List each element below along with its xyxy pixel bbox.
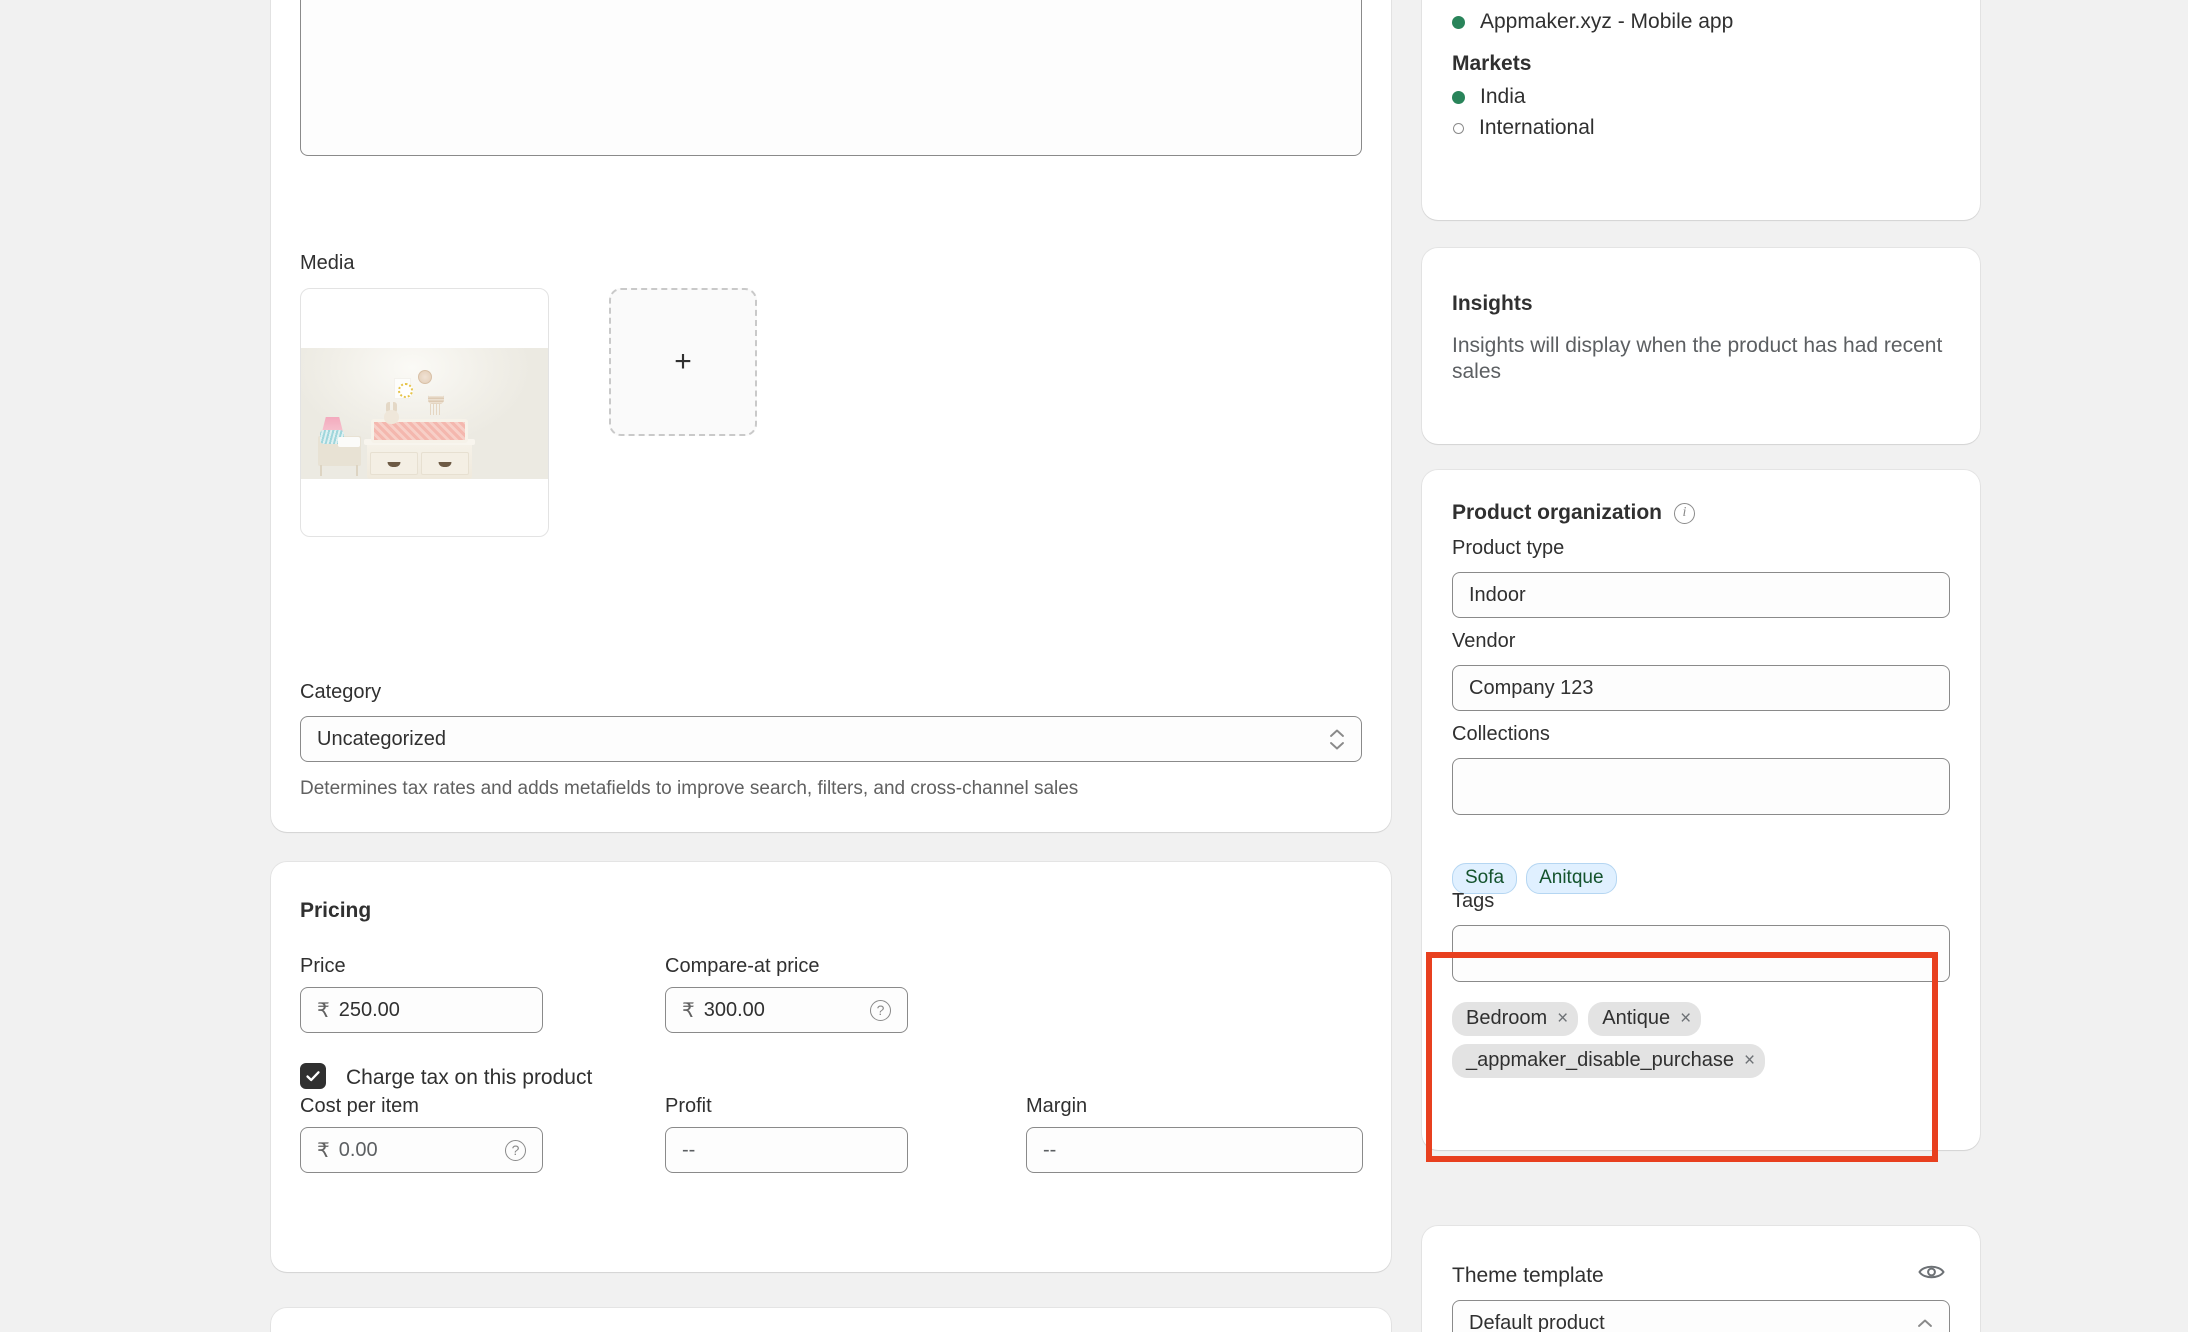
tags-label: Tags bbox=[1452, 891, 1494, 911]
product-type-value: Indoor bbox=[1469, 584, 1526, 607]
charge-tax-checkbox[interactable] bbox=[300, 1063, 326, 1089]
markets-title: Markets bbox=[1452, 52, 1531, 76]
compare-at-price-value: 300.00 bbox=[704, 999, 765, 1022]
media-label: Media bbox=[300, 253, 354, 273]
variants-card bbox=[271, 1308, 1391, 1332]
macrame-hanging bbox=[428, 386, 444, 416]
product-organization-title-text: Product organization bbox=[1452, 501, 1662, 525]
help-icon[interactable]: ? bbox=[870, 1000, 891, 1021]
status-dot-active-icon bbox=[1452, 91, 1465, 104]
nursery-room-photo bbox=[301, 348, 548, 479]
margin-value: -- bbox=[1043, 1139, 1056, 1162]
category-value: Uncategorized bbox=[317, 728, 446, 751]
cost-per-item-value: 0.00 bbox=[339, 1139, 378, 1162]
collections-label: Collections bbox=[1452, 724, 1550, 744]
info-icon[interactable]: i bbox=[1674, 503, 1695, 524]
chevron-up-icon bbox=[1917, 1319, 1933, 1328]
checkmark-icon bbox=[305, 1068, 321, 1084]
channel-appmaker-row[interactable]: Appmaker.xyz - Mobile app bbox=[1452, 10, 1733, 34]
market-india-label: India bbox=[1480, 85, 1526, 109]
status-dot-active-icon bbox=[1452, 16, 1465, 29]
rupee-icon: ₹ bbox=[317, 1138, 330, 1163]
charge-tax-label[interactable]: Charge tax on this product bbox=[346, 1066, 592, 1090]
category-label: Category bbox=[300, 682, 381, 702]
theme-template-select[interactable]: Default product bbox=[1452, 1300, 1950, 1332]
collection-pill[interactable]: Anitque bbox=[1526, 863, 1616, 894]
category-help-text: Determines tax rates and adds metafields… bbox=[300, 778, 1078, 800]
price-value: 250.00 bbox=[339, 999, 400, 1022]
side-cart bbox=[318, 436, 361, 466]
vendor-label: Vendor bbox=[1452, 631, 1515, 651]
category-select[interactable]: Uncategorized bbox=[300, 716, 1362, 762]
margin-label: Margin bbox=[1026, 1095, 1087, 1118]
rupee-icon: ₹ bbox=[317, 998, 330, 1023]
cost-per-item-input[interactable]: ₹ 0.00 ? bbox=[300, 1127, 543, 1173]
insights-title: Insights bbox=[1452, 292, 1533, 316]
bunny-plush bbox=[383, 402, 400, 424]
compare-at-price-label: Compare-at price bbox=[665, 955, 820, 978]
cost-per-item-label: Cost per item bbox=[300, 1095, 419, 1118]
wall-basket-decor bbox=[418, 370, 432, 384]
media-thumbnail[interactable] bbox=[300, 288, 549, 537]
profit-value: -- bbox=[682, 1139, 695, 1162]
channel-appmaker-label: Appmaker.xyz - Mobile app bbox=[1480, 10, 1733, 34]
pricing-title: Pricing bbox=[300, 899, 371, 923]
product-organization-title: Product organization i bbox=[1452, 501, 1695, 525]
theme-template-value: Default product bbox=[1469, 1312, 1605, 1332]
insights-body: Insights will display when the product h… bbox=[1452, 333, 1952, 386]
product-type-input[interactable]: Indoor bbox=[1452, 572, 1950, 618]
product-type-label: Product type bbox=[1452, 538, 1564, 558]
wall-art-frame bbox=[394, 378, 411, 399]
dresser bbox=[367, 442, 472, 479]
compare-at-price-input[interactable]: ₹ 300.00 ? bbox=[665, 987, 908, 1033]
margin-input: -- bbox=[1026, 1127, 1363, 1173]
plus-icon: + bbox=[674, 347, 692, 377]
collections-input[interactable] bbox=[1452, 758, 1950, 815]
chevron-updown-icon bbox=[1329, 729, 1345, 750]
vendor-value: Company 123 bbox=[1469, 677, 1594, 700]
price-input[interactable]: ₹ 250.00 bbox=[300, 987, 543, 1033]
description-editor[interactable] bbox=[300, 0, 1362, 156]
vendor-input[interactable]: Company 123 bbox=[1452, 665, 1950, 711]
status-dot-inactive-icon bbox=[1453, 123, 1464, 134]
price-label: Price bbox=[300, 955, 346, 978]
eye-icon[interactable] bbox=[1918, 1262, 1945, 1287]
profit-label: Profit bbox=[665, 1095, 712, 1118]
market-india-row[interactable]: India bbox=[1452, 85, 1526, 109]
theme-template-title: Theme template bbox=[1452, 1264, 1604, 1288]
add-media-button[interactable]: + bbox=[609, 288, 757, 436]
help-icon[interactable]: ? bbox=[505, 1140, 526, 1161]
market-international-row[interactable]: International bbox=[1453, 116, 1595, 140]
rupee-icon: ₹ bbox=[682, 998, 695, 1023]
profit-input: -- bbox=[665, 1127, 908, 1173]
tags-highlight-box bbox=[1426, 952, 1938, 1162]
market-international-label: International bbox=[1479, 116, 1595, 140]
product-edit-page: Media + Categor bbox=[0, 0, 2188, 1332]
